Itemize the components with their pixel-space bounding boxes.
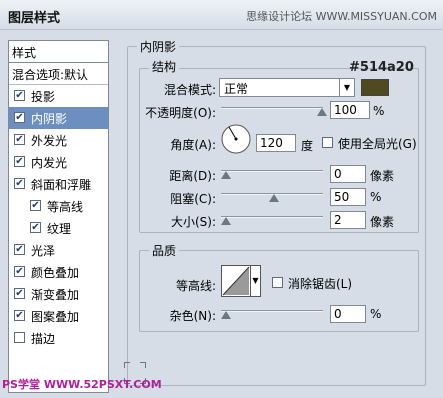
global-light-label: 使用全局光(G) xyxy=(338,137,417,151)
angle-unit: 度 xyxy=(301,139,314,153)
style-item[interactable]: ✔ 等高线 xyxy=(9,195,108,217)
choke-unit: % xyxy=(370,190,382,204)
style-item-label: 投影 xyxy=(31,90,56,104)
style-item[interactable]: ✔ 斜面和浮雕 xyxy=(9,173,108,195)
size-label: 大小(S): xyxy=(170,215,216,229)
corner-bracket-tr xyxy=(140,362,146,368)
style-item-label: 渐变叠加 xyxy=(31,288,80,302)
choke-label: 阻塞(C): xyxy=(170,192,216,206)
size-slider-handle[interactable] xyxy=(221,217,231,225)
contour-curve-icon xyxy=(222,266,250,296)
angle-label: 角度(A): xyxy=(170,138,216,152)
style-item[interactable]: ✔ 图案叠加 xyxy=(9,305,108,327)
opacity-slider[interactable] xyxy=(221,102,327,116)
opacity-slider-handle[interactable] xyxy=(317,108,327,116)
style-item-checkbox[interactable] xyxy=(14,332,25,343)
style-item-checkbox[interactable]: ✔ xyxy=(14,134,25,145)
style-item-checkbox[interactable]: ✔ xyxy=(14,310,25,321)
opacity-input[interactable]: 100 xyxy=(330,101,370,119)
opacity-unit: % xyxy=(373,104,385,118)
style-item-label: 光泽 xyxy=(31,244,56,258)
distance-track xyxy=(221,170,323,172)
contour-picker[interactable]: ▼ xyxy=(221,265,261,297)
opacity-track xyxy=(221,107,323,109)
style-item[interactable]: ✔ 内阴影 xyxy=(9,107,108,129)
corner-bracket-tl xyxy=(124,362,130,368)
noise-unit: % xyxy=(370,307,382,321)
site-watermark: 思缘设计论坛 WWW.MISSYUAN.COM xyxy=(246,10,437,23)
opacity-label: 不透明度(O): xyxy=(145,106,216,120)
footer-watermark: PS学堂 WWW.52PSXT.COM xyxy=(2,378,162,391)
noise-slider[interactable] xyxy=(221,305,323,319)
style-item[interactable]: ✔ 内发光 xyxy=(9,151,108,173)
styles-list-panel: 样式 混合选项:默认 ✔ 投影 ✔ 内阴影 ✔ 外发光 ✔ 内发光 ✔ 斜面和浮雕 ✔ 等高线 ✔ 纹理 ✔… xyxy=(8,40,109,393)
style-item-checkbox[interactable]: ✔ xyxy=(14,156,25,167)
style-item-checkbox[interactable]: ✔ xyxy=(14,90,25,101)
size-track xyxy=(221,216,323,218)
anti-alias-checkbox[interactable] xyxy=(272,277,283,288)
noise-input[interactable]: 0 xyxy=(330,305,366,323)
choke-input[interactable]: 50 xyxy=(330,188,366,206)
global-light-checkbox[interactable] xyxy=(322,137,333,148)
style-item-checkbox[interactable]: ✔ xyxy=(14,266,25,277)
color-annotation: #514a20 xyxy=(349,60,414,75)
blend-mode-select[interactable]: 正常 ▼ xyxy=(219,78,355,97)
swatch-fill xyxy=(362,80,388,95)
distance-label: 距离(D): xyxy=(169,169,216,183)
style-item-checkbox[interactable]: ✔ xyxy=(14,178,25,189)
style-item[interactable]: ✔ 纹理 xyxy=(9,217,108,239)
style-item[interactable]: ✔ 颜色叠加 xyxy=(9,261,108,283)
angle-dial[interactable] xyxy=(221,124,251,154)
style-item-label: 颜色叠加 xyxy=(31,266,80,280)
style-item[interactable]: 描边 xyxy=(9,327,108,349)
distance-input[interactable]: 0 xyxy=(330,165,366,183)
style-item-label: 等高线 xyxy=(47,200,84,214)
style-item-label: 纹理 xyxy=(47,222,72,236)
style-item-label: 描边 xyxy=(31,332,56,346)
size-unit: 像素 xyxy=(370,215,395,229)
style-item[interactable]: ✔ 光泽 xyxy=(9,239,108,261)
structure-legend: 结构 xyxy=(149,58,180,75)
style-item-label: 内阴影 xyxy=(31,112,68,126)
distance-slider-handle[interactable] xyxy=(221,171,231,179)
blend-mode-label: 混合模式: xyxy=(163,83,216,97)
style-item-checkbox[interactable]: ✔ xyxy=(14,112,25,123)
angle-input[interactable]: 120 xyxy=(256,134,296,152)
style-item-label: 内发光 xyxy=(31,156,68,170)
shadow-color-swatch[interactable] xyxy=(361,79,389,96)
noise-slider-handle[interactable] xyxy=(221,311,231,319)
blend-options-item[interactable]: 混合选项:默认 xyxy=(9,63,108,85)
choke-slider[interactable] xyxy=(221,188,323,202)
chevron-down-icon[interactable]: ▼ xyxy=(339,79,354,96)
style-item-label: 外发光 xyxy=(31,134,68,148)
inner-shadow-legend: 内阴影 xyxy=(137,38,180,55)
contour-label: 等高线: xyxy=(175,279,216,293)
styles-header[interactable]: 样式 xyxy=(9,41,108,63)
blend-mode-value: 正常 xyxy=(224,82,249,96)
style-item-checkbox[interactable]: ✔ xyxy=(30,200,41,211)
quality-legend: 品质 xyxy=(149,242,180,259)
contour-dropdown-icon[interactable]: ▼ xyxy=(250,266,260,296)
distance-slider[interactable] xyxy=(221,165,323,179)
choke-slider-handle[interactable] xyxy=(269,194,279,202)
style-item-checkbox[interactable]: ✔ xyxy=(14,244,25,255)
window-title: 图层样式 xyxy=(8,11,61,26)
style-item-label: 斜面和浮雕 xyxy=(31,178,92,192)
anti-alias-label: 消除锯齿(L) xyxy=(288,277,353,291)
style-item-checkbox[interactable]: ✔ xyxy=(30,222,41,233)
style-item[interactable]: ✔ 外发光 xyxy=(9,129,108,151)
size-slider[interactable] xyxy=(221,211,323,225)
distance-unit: 像素 xyxy=(370,169,395,183)
angle-dial-icon xyxy=(221,124,251,154)
style-item-label: 图案叠加 xyxy=(31,310,80,324)
style-item[interactable]: ✔ 投影 xyxy=(9,85,108,107)
noise-track xyxy=(221,310,323,312)
noise-label: 杂色(N): xyxy=(169,309,216,323)
style-item[interactable]: ✔ 渐变叠加 xyxy=(9,283,108,305)
size-input[interactable]: 2 xyxy=(330,211,366,229)
style-item-checkbox[interactable]: ✔ xyxy=(14,288,25,299)
